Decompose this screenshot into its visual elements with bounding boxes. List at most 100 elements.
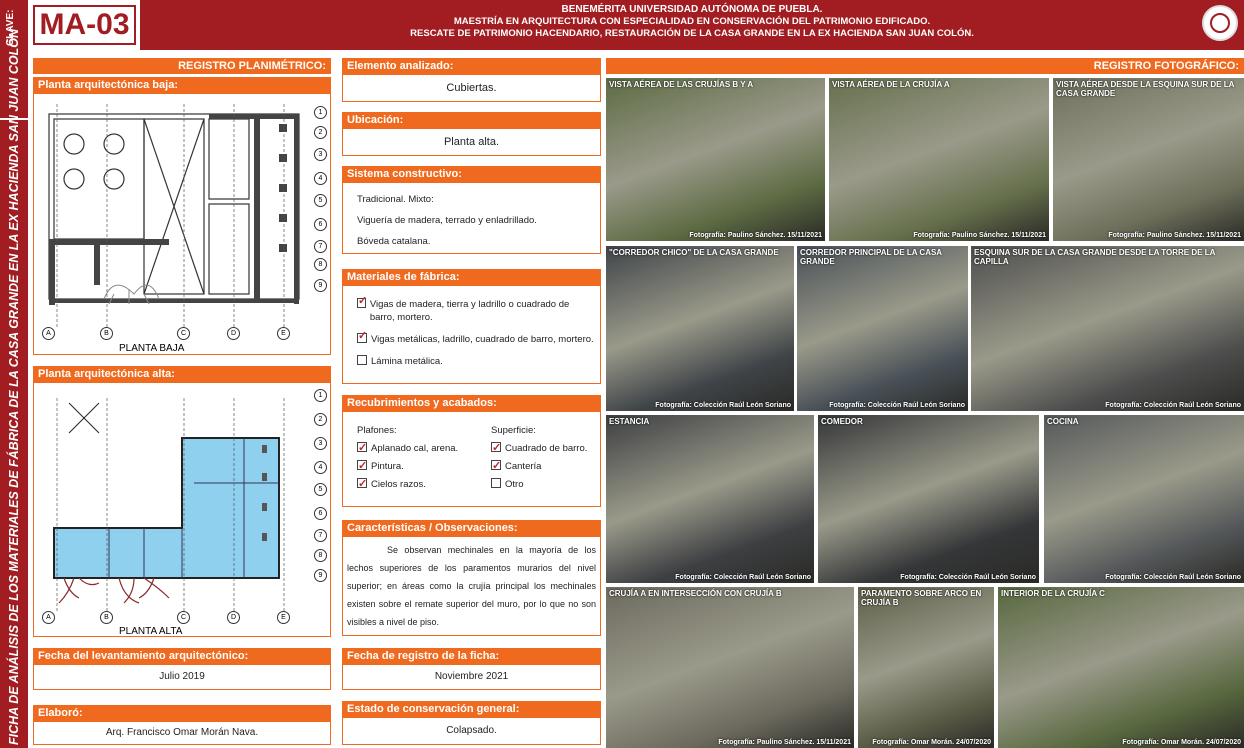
fecha-levantamiento-value: Julio 2019 bbox=[33, 664, 331, 690]
axis-b-alta: B bbox=[100, 611, 113, 624]
registro-fotografico-heading: REGISTRO FOTOGRÁFICO: bbox=[606, 58, 1244, 74]
planta-alta-heading: Planta arquitectónica alta: bbox=[33, 366, 331, 382]
checkbox-icon bbox=[357, 439, 367, 457]
axis-5-alta: 5 bbox=[314, 483, 327, 496]
sistema-line-1: Tradicional. Mixto: bbox=[357, 194, 434, 205]
material-label-3: Lámina metálica. bbox=[371, 356, 443, 367]
plafon-item-3: Cielos razos. bbox=[357, 475, 458, 494]
superficie-item-2: Cantería bbox=[491, 457, 587, 476]
photo-caption: CRUJÍA A EN INTERSECCIÓN CON CRUJÍA B bbox=[609, 589, 782, 598]
superficie-title: Superficie: bbox=[491, 425, 536, 436]
estado-value: Colapsado. bbox=[342, 717, 601, 745]
material-item-2: Vigas metálicas, ladrillo, cuadrado de b… bbox=[357, 330, 596, 346]
photo-credit: Fotografía: Omar Morán. 24/07/2020 bbox=[872, 739, 991, 746]
photo-tile: INTERIOR DE LA CRUJÍA C Fotografía: Omar … bbox=[998, 587, 1244, 748]
sistema-heading: Sistema constructivo: bbox=[342, 166, 601, 182]
superficie-label-1: Cuadrado de barro. bbox=[505, 443, 588, 454]
header-bar: BENEMÉRITA UNIVERSIDAD AUTÓNOMA DE PUEBL… bbox=[140, 0, 1244, 50]
checkbox-icon bbox=[357, 330, 367, 343]
sistema-line-3: Bóveda catalana. bbox=[357, 236, 431, 247]
checkbox-icon bbox=[357, 475, 367, 493]
fecha-registro-value: Noviembre 2021 bbox=[342, 664, 601, 690]
planta-baja-label: PLANTA BAJA bbox=[119, 343, 185, 354]
axis-c-alta: C bbox=[177, 611, 190, 624]
photo-caption: COMEDOR bbox=[821, 417, 863, 426]
material-label-2: Vigas metálicas, ladrillo, cuadrado de b… bbox=[371, 334, 594, 345]
superficie-item-1: Cuadrado de barro. bbox=[491, 439, 588, 458]
ubicacion-heading: Ubicación: bbox=[342, 112, 601, 128]
axis-4: 4 bbox=[314, 172, 327, 185]
axis-d-alta: D bbox=[227, 611, 240, 624]
checkbox-icon bbox=[491, 439, 501, 457]
axis-6: 6 bbox=[314, 218, 327, 231]
recubrimientos-heading: Recubrimientos y acabados: bbox=[342, 395, 601, 411]
checkbox-icon bbox=[357, 457, 367, 475]
photo-tile: VISTA AÉREA DE LA CRUJÍA A Fotografía: Pa… bbox=[829, 78, 1049, 241]
plafones-column: Plafones: Aplanado cal, arena. Pintura. … bbox=[357, 422, 458, 494]
axis-b: B bbox=[100, 327, 113, 340]
photo-credit: Fotografía: Paulino Sánchez. 15/11/2021 bbox=[1108, 232, 1241, 239]
sistema-line-2: Viguería de madera, terrado y enladrilla… bbox=[357, 215, 537, 226]
plafon-label-2: Pintura. bbox=[371, 461, 404, 472]
superficie-label-3: Otro bbox=[505, 479, 524, 490]
photo-credit: Fotografía: Colección Raúl León Soriano bbox=[829, 402, 965, 409]
photo-caption: PARAMENTO SOBRE ARCO EN CRUJÍA B bbox=[861, 589, 982, 607]
axis-e-alta: E bbox=[277, 611, 290, 624]
header-line-1: BENEMÉRITA UNIVERSIDAD AUTÓNOMA DE PUEBL… bbox=[561, 4, 823, 15]
elaboro-heading: Elaboró: bbox=[33, 705, 331, 721]
axis-8-alta: 8 bbox=[314, 549, 327, 562]
superficie-column: Superficie: Cuadrado de barro. Cantería … bbox=[491, 422, 587, 494]
side-divider bbox=[0, 118, 28, 120]
material-label-1: Vigas de madera, tierra y ladrillo o cua… bbox=[369, 299, 570, 323]
photo-credit: Fotografía: Colección Raúl León Soriano bbox=[1105, 402, 1241, 409]
materiales-panel: Vigas de madera, tierra y ladrillo o cua… bbox=[342, 285, 601, 384]
elaboro-value: Arq. Francisco Omar Morán Nava. bbox=[33, 721, 331, 745]
materiales-heading: Materiales de fábrica: bbox=[342, 269, 601, 285]
planta-baja-heading: Planta arquitectónica baja: bbox=[33, 77, 331, 93]
checkbox-icon bbox=[491, 457, 501, 475]
photo-credit: Fotografía: Colección Raúl León Soriano bbox=[655, 402, 791, 409]
axis-7: 7 bbox=[314, 240, 327, 253]
photo-credit: Fotografía: Paulino Sánchez. 15/11/2021 bbox=[913, 232, 1046, 239]
elemento-value: Cubiertas. bbox=[342, 74, 601, 102]
ubicacion-value: Planta alta. bbox=[342, 128, 601, 156]
axis-5: 5 bbox=[314, 194, 327, 207]
caracteristicas-text: Se observan mechinales en la mayoría de … bbox=[342, 536, 601, 636]
checkbox-icon bbox=[491, 478, 501, 488]
sheet-code: MA-03 bbox=[33, 5, 136, 45]
axis-d: D bbox=[227, 327, 240, 340]
photo-caption: CORREDOR PRINCIPAL DE LA CASA GRANDE bbox=[800, 248, 942, 266]
planta-alta-drawing: A B C D E 1 2 3 4 5 6 7 8 9 PLANTA ALTA bbox=[33, 382, 331, 637]
photo-tile: "CORREDOR CHICO" DE LA CASA GRANDE Fotogr… bbox=[606, 246, 794, 411]
photo-credit: Fotografía: Colección Raúl León Soriano bbox=[675, 574, 811, 581]
checkbox-icon bbox=[357, 355, 367, 365]
photo-caption: ESTANCIA bbox=[609, 417, 650, 426]
side-band: CLAVE: FICHA DE ANÁLISIS DE LOS MATERIAL… bbox=[0, 0, 28, 748]
axis-3-alta: 3 bbox=[314, 437, 327, 450]
superficie-item-3: Otro bbox=[491, 476, 587, 494]
photo-tile: PARAMENTO SOBRE ARCO EN CRUJÍA B Fotograf… bbox=[858, 587, 994, 748]
axis-1: 1 bbox=[314, 106, 327, 119]
registro-planimetrico-heading: REGISTRO PLANIMÉTRICO: bbox=[33, 58, 331, 74]
photo-tile: CORREDOR PRINCIPAL DE LA CASA GRANDE Foto… bbox=[797, 246, 968, 411]
sheet-title: FICHA DE ANÁLISIS DE LOS MATERIALES DE F… bbox=[7, 29, 21, 745]
photo-caption: ESQUINA SUR DE LA CASA GRANDE DESDE LA T… bbox=[974, 248, 1216, 266]
axis-4-alta: 4 bbox=[314, 461, 327, 474]
material-item-3: Lámina metálica. bbox=[357, 355, 596, 368]
university-seal-icon bbox=[1202, 5, 1238, 41]
photo-tile: ESQUINA SUR DE LA CASA GRANDE DESDE LA T… bbox=[971, 246, 1244, 411]
photo-tile: COMEDOR Fotografía: Colección Raúl León S… bbox=[818, 415, 1039, 583]
axis-9-alta: 9 bbox=[314, 569, 327, 582]
axis-7-alta: 7 bbox=[314, 529, 327, 542]
axis-a: A bbox=[42, 327, 55, 340]
planta-baja-drawing: A B C D E 1 2 3 4 5 6 7 8 9 PLANTA BAJA bbox=[33, 93, 331, 355]
axis-8: 8 bbox=[314, 258, 327, 271]
caracteristicas-heading: Características / Observaciones: bbox=[342, 520, 601, 536]
planta-alta-label: PLANTA ALTA bbox=[119, 626, 183, 637]
axis-3: 3 bbox=[314, 148, 327, 161]
material-item-1: Vigas de madera, tierra y ladrillo o cua… bbox=[357, 295, 596, 324]
photo-tile: VISTA AÉREA DE LAS CRUJÍAS B Y A Fotograf… bbox=[606, 78, 825, 241]
checkbox-icon bbox=[357, 295, 367, 308]
superficie-label-2: Cantería bbox=[505, 461, 542, 472]
plafon-label-1: Aplanado cal, arena. bbox=[371, 443, 459, 454]
